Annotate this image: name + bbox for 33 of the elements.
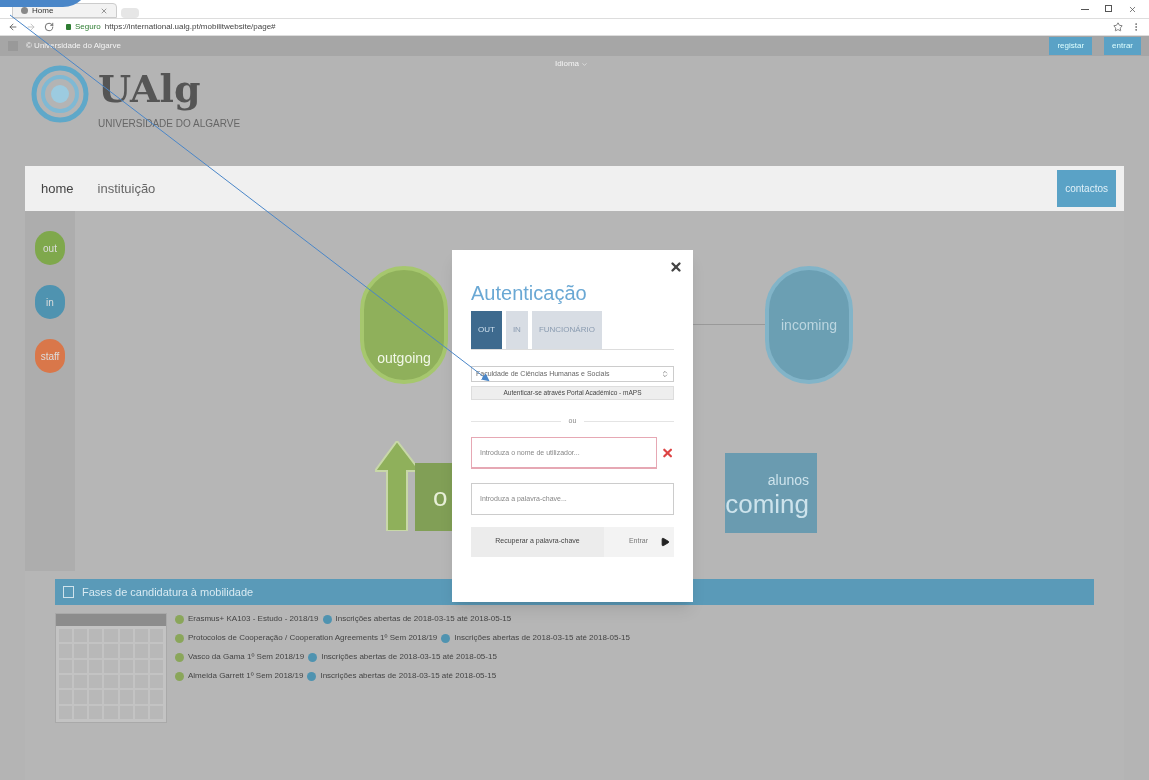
forward-icon[interactable]: [26, 22, 36, 32]
top-link[interactable]: registar: [1049, 37, 1093, 55]
close-icon[interactable]: [669, 260, 683, 274]
logo-icon: [30, 64, 90, 124]
phase-link[interactable]: Almeida Garrett 1º Sem 2018/19: [188, 670, 304, 682]
secure-label: Seguro: [75, 21, 101, 33]
lock-icon: [66, 24, 71, 30]
maximize-icon[interactable]: [1105, 5, 1112, 12]
play-icon: [660, 535, 670, 548]
url-text: https://international.ualg.pt/mobilitwebsite/page#: [104, 21, 276, 33]
contact-button[interactable]: contactos: [1057, 170, 1116, 207]
reload-icon[interactable]: [44, 22, 54, 32]
dialog-title: Autenticação: [471, 281, 588, 306]
incoming-card[interactable]: alunos coming: [725, 453, 817, 533]
nav-link[interactable]: instituição: [89, 178, 164, 199]
phase-link[interactable]: Protocolos de Cooperação / Cooperation Agreements 1º Sem 2018/19: [188, 632, 438, 644]
phases-title: Fases de candidatura à mobilidade: [82, 584, 254, 600]
phase-status: Inscrições abertas de 2018-03-15 até 2018-05-15: [454, 632, 630, 644]
phase-status: Inscrições abertas de 2018-03-15 até 2018-05-15: [335, 613, 512, 625]
phase-status: Inscrições abertas de 2018-03-15 até 2018-05-15: [321, 651, 497, 663]
phase-status: Inscrições abertas de 2018-03-15 até 2018-05-15: [320, 670, 497, 682]
nav-link[interactable]: home: [33, 178, 82, 199]
phase-link[interactable]: Vasco da Gama 1º Sem 2018/19: [188, 651, 305, 663]
side-button[interactable]: staff: [35, 339, 65, 373]
dropdown-icon: [661, 370, 669, 378]
back-icon[interactable]: [8, 22, 18, 32]
side-button[interactable]: in: [35, 285, 65, 319]
chevron-down-icon: [581, 60, 588, 68]
phase-link[interactable]: Erasmus+ KA103 - Estudo - 2018/19: [188, 613, 319, 625]
login-tab[interactable]: OUT: [471, 311, 502, 349]
tab-title: Home: [32, 4, 54, 17]
star-icon[interactable]: [1113, 22, 1123, 32]
top-link[interactable]: entrar: [1104, 37, 1141, 55]
